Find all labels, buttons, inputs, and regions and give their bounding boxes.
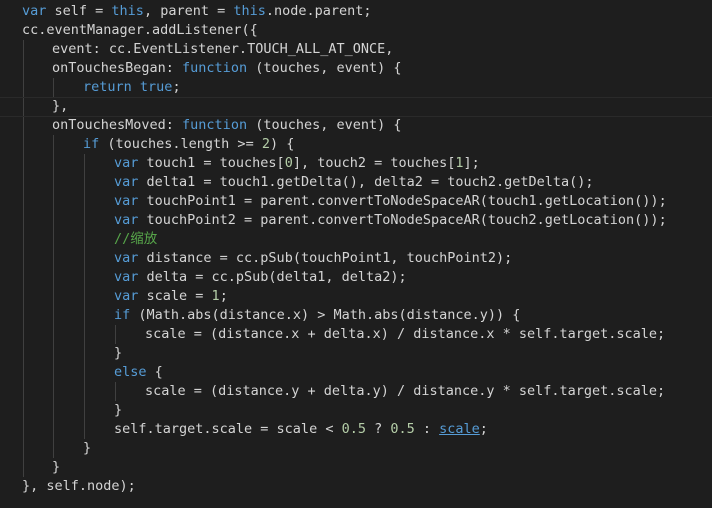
- code-token: (Math.abs(distance.x) > Math.abs(distanc…: [130, 307, 521, 323]
- code-token: scale = (distance.x + delta.x) / distanc…: [145, 326, 666, 342]
- code-token: :: [414, 421, 440, 437]
- code-keyword: var: [114, 212, 139, 228]
- code-line[interactable]: event: cc.EventListener.TOUCH_ALL_AT_ONC…: [52, 40, 393, 59]
- code-token: {: [146, 364, 163, 380]
- code-token: },: [52, 98, 69, 114]
- code-keyword: return: [83, 79, 132, 95]
- code-token: cc.eventManager.addListener({: [22, 22, 258, 38]
- code-line[interactable]: var delta1 = touch1.getDelta(), delta2 =…: [114, 173, 594, 192]
- code-line[interactable]: }: [114, 344, 122, 363]
- code-line[interactable]: }: [114, 401, 122, 420]
- code-number: 1: [455, 155, 464, 171]
- code-token: scale: [439, 421, 480, 437]
- code-keyword: var: [22, 3, 47, 19]
- code-token: (touches, event) {: [247, 60, 402, 76]
- line-highlight-border: [0, 97, 712, 98]
- code-token: touchPoint2 = parent.convertToNodeSpaceA…: [138, 212, 667, 228]
- code-keyword: if: [114, 307, 131, 323]
- code-token: ], touch2 = touches[: [292, 155, 456, 171]
- code-line[interactable]: scale = (distance.x + delta.x) / distanc…: [145, 325, 665, 344]
- indent-guide: [23, 40, 24, 477]
- code-keyword: true: [139, 79, 173, 95]
- code-line[interactable]: scale = (distance.y + delta.y) / distanc…: [145, 382, 665, 401]
- code-line[interactable]: //缩放: [114, 230, 157, 249]
- code-line[interactable]: }, self.node);: [22, 477, 136, 496]
- code-line[interactable]: var touchPoint2 = parent.convertToNodeSp…: [114, 211, 667, 230]
- code-number: 0.5: [341, 421, 366, 437]
- code-token: ) {: [269, 136, 295, 152]
- code-line[interactable]: onTouchesBegan: function (touches, event…: [52, 59, 402, 78]
- code-line[interactable]: var delta = cc.pSub(delta1, delta2);: [114, 268, 407, 287]
- code-token: }: [52, 459, 61, 475]
- code-number: 2: [261, 136, 270, 152]
- code-token: event: cc.EventListener.TOUCH_ALL_AT_ONC…: [52, 41, 394, 57]
- code-line[interactable]: }: [52, 458, 60, 477]
- code-token: onTouchesMoved:: [52, 117, 183, 133]
- code-token: }, self.node);: [22, 478, 136, 494]
- indent-guide: [115, 325, 116, 344]
- code-comment: //缩放: [114, 231, 158, 247]
- code-line[interactable]: if (touches.length >= 2) {: [83, 135, 294, 154]
- code-token: (touches, event) {: [247, 117, 402, 133]
- code-keyword: var: [114, 288, 139, 304]
- code-token: ?: [365, 421, 391, 437]
- code-token: ;: [172, 79, 181, 95]
- code-token: touchPoint1 = parent.convertToNodeSpaceA…: [138, 193, 667, 209]
- code-line[interactable]: var touch1 = touches[0], touch2 = touche…: [114, 154, 480, 173]
- code-token: ];: [463, 155, 480, 171]
- code-number: 0: [284, 155, 293, 171]
- code-token: }: [114, 402, 123, 418]
- code-token: distance = cc.pSub(touchPoint1, touchPoi…: [138, 250, 513, 266]
- code-token: , parent =: [143, 3, 234, 19]
- code-line[interactable]: else {: [114, 363, 163, 382]
- code-line[interactable]: }: [83, 439, 91, 458]
- code-editor[interactable]: var self = this, parent = this.node.pare…: [0, 0, 712, 508]
- code-token: self =: [46, 3, 112, 19]
- code-number: 1: [211, 288, 220, 304]
- code-line[interactable]: cc.eventManager.addListener({: [22, 21, 258, 40]
- code-token: touch1 = touches[: [138, 155, 285, 171]
- code-token: (touches.length >=: [99, 136, 262, 152]
- code-token: ;: [479, 421, 488, 437]
- code-token: scale = (distance.y + delta.y) / distanc…: [145, 383, 666, 399]
- code-line[interactable]: var scale = 1;: [114, 287, 228, 306]
- code-token: .node.parent;: [265, 3, 372, 19]
- code-keyword: var: [114, 155, 139, 171]
- code-keyword: else: [114, 364, 147, 380]
- code-token: scale =: [138, 288, 212, 304]
- code-keyword: var: [114, 193, 139, 209]
- code-token: ;: [219, 288, 228, 304]
- code-keyword: var: [114, 269, 139, 285]
- code-keyword: this: [233, 3, 266, 19]
- code-keyword: var: [114, 250, 139, 266]
- indent-guide: [84, 154, 85, 439]
- code-line[interactable]: var distance = cc.pSub(touchPoint1, touc…: [114, 249, 512, 268]
- code-line[interactable]: var self = this, parent = this.node.pare…: [22, 2, 372, 21]
- code-keyword: var: [114, 174, 139, 190]
- code-token: delta = cc.pSub(delta1, delta2);: [138, 269, 407, 285]
- code-token: self.target.scale = scale <: [114, 421, 342, 437]
- code-keyword: function: [182, 60, 248, 76]
- code-line[interactable]: self.target.scale = scale < 0.5 ? 0.5 : …: [114, 420, 488, 439]
- code-line[interactable]: return true;: [83, 78, 181, 97]
- indent-guide: [115, 382, 116, 401]
- code-line[interactable]: var touchPoint1 = parent.convertToNodeSp…: [114, 192, 667, 211]
- code-number: 0.5: [390, 421, 415, 437]
- code-keyword: if: [83, 136, 100, 152]
- code-token: onTouchesBegan:: [52, 60, 183, 76]
- code-token: }: [83, 440, 92, 456]
- code-keyword: function: [182, 117, 248, 133]
- code-line[interactable]: if (Math.abs(distance.x) > Math.abs(dist…: [114, 306, 520, 325]
- code-line[interactable]: },: [52, 97, 68, 116]
- code-token: }: [114, 345, 123, 361]
- indent-guide: [53, 78, 54, 97]
- code-line[interactable]: onTouchesMoved: function (touches, event…: [52, 116, 402, 135]
- code-keyword: this: [111, 3, 144, 19]
- indent-guide: [53, 135, 54, 458]
- code-token: delta1 = touch1.getDelta(), delta2 = tou…: [138, 174, 594, 190]
